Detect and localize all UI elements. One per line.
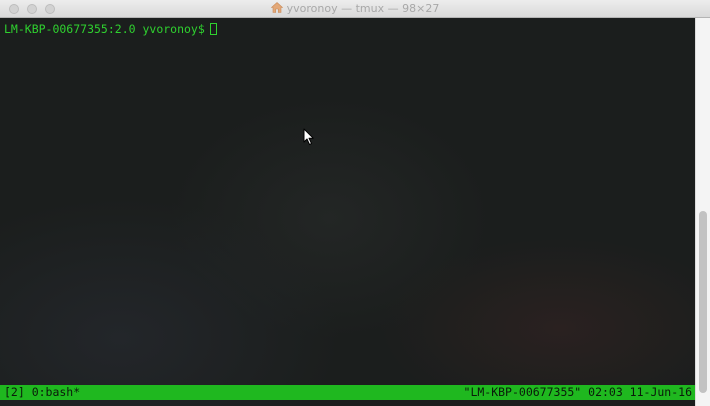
title-bar[interactable]: yvoronoy — tmux — 98×27 xyxy=(0,0,710,18)
window-title: yvoronoy — tmux — 98×27 xyxy=(0,0,710,18)
home-icon xyxy=(270,1,283,13)
text-cursor xyxy=(209,23,217,35)
scrollbar-thumb[interactable] xyxy=(699,211,707,393)
shell-prompt: LM-KBP-00677355:2.0 yvoronoy$ xyxy=(4,22,205,36)
window-title-text: yvoronoy — tmux — 98×27 xyxy=(286,2,440,15)
terminal-area[interactable]: LM-KBP-00677355:2.0 yvoronoy$ [2] 0:bash… xyxy=(0,18,695,406)
status-host-time: "LM-KBP-00677355" 02:03 11-Jun-16 xyxy=(463,385,692,399)
prompt-line: LM-KBP-00677355:2.0 yvoronoy$ xyxy=(4,22,217,36)
tmux-status-bar: [2] 0:bash* "LM-KBP-00677355" 02:03 11-J… xyxy=(0,385,695,400)
status-window-list[interactable]: [2] 0:bash* xyxy=(4,385,80,400)
mouse-pointer-icon xyxy=(303,128,314,145)
vertical-scrollbar[interactable] xyxy=(695,18,710,406)
terminal-window: yvoronoy — tmux — 98×27 LM-KBP-00677355:… xyxy=(0,0,710,406)
